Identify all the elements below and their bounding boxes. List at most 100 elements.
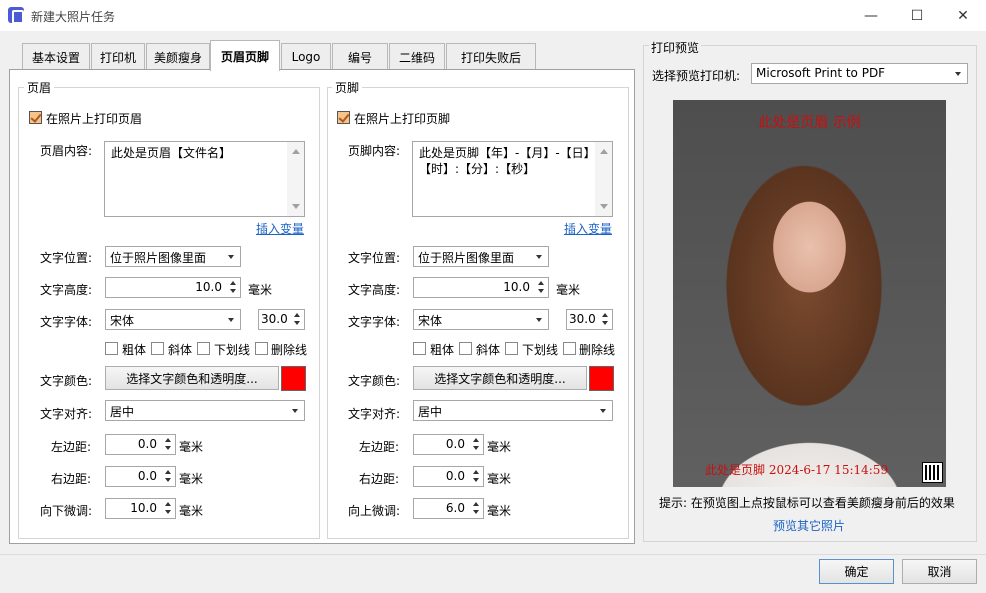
- footer-font-select[interactable]: 宋体: [413, 309, 549, 330]
- tab-label: Logo: [291, 50, 321, 64]
- window-title: 新建大照片任务: [31, 10, 116, 24]
- ok-button[interactable]: 确定: [819, 559, 894, 584]
- spin-arrows-icon[interactable]: [598, 310, 612, 329]
- header-left-margin-unit: 毫米: [179, 440, 204, 454]
- tab-beauty[interactable]: 美颜瘦身: [146, 43, 210, 70]
- tab-print-failure[interactable]: 打印失败后: [446, 43, 536, 70]
- header-height-value: 10.0: [195, 280, 222, 294]
- header-italic-label: 斜体: [168, 343, 193, 357]
- footer-right-margin-label: 右边距:: [359, 472, 400, 486]
- header-italic-checkbox[interactable]: [151, 342, 164, 355]
- tab-label: 基本设置: [31, 50, 80, 65]
- header-color-swatch[interactable]: [281, 366, 306, 391]
- tab-logo[interactable]: Logo: [281, 43, 331, 70]
- footer-height-value: 10.0: [503, 280, 530, 294]
- header-offset-value: 10.0: [130, 501, 157, 515]
- spin-arrows-icon[interactable]: [290, 310, 304, 329]
- footer-enable-checkbox[interactable]: [337, 111, 350, 124]
- scroll-up-icon: [292, 149, 300, 154]
- header-left-margin-stepper[interactable]: 0.0: [105, 434, 176, 455]
- header-height-unit: 毫米: [248, 283, 273, 297]
- spin-arrows-icon[interactable]: [469, 435, 483, 454]
- header-offset-label: 向下微调:: [40, 504, 93, 518]
- header-insert-variable-link[interactable]: 插入变量: [256, 220, 304, 237]
- footer-left-margin-label: 左边距:: [359, 440, 400, 454]
- scroll-down-icon: [292, 204, 300, 209]
- header-right-margin-unit: 毫米: [179, 472, 204, 486]
- preview-printer-select[interactable]: Microsoft Print to PDF: [751, 63, 968, 84]
- footer-bold-checkbox[interactable]: [413, 342, 426, 355]
- minimize-icon[interactable]: —: [848, 0, 894, 31]
- spin-arrows-icon[interactable]: [161, 499, 175, 518]
- header-content-scrollbar[interactable]: [287, 142, 304, 216]
- header-bold-checkbox[interactable]: [105, 342, 118, 355]
- header-strike-checkbox[interactable]: [255, 342, 268, 355]
- header-left-margin-label: 左边距:: [51, 440, 92, 454]
- header-underline-label: 下划线: [214, 343, 251, 357]
- preview-hint: 提示: 在预览图上点按鼠标可以查看美颜瘦身前后的效果: [659, 496, 955, 510]
- spin-arrows-icon[interactable]: [534, 278, 548, 297]
- footer-content-textarea[interactable]: 此处是页脚【年】-【月】-【日】【时】:【分】:【秒】: [412, 141, 613, 217]
- footer-content-label: 页脚内容:: [348, 144, 401, 158]
- footer-strike-checkbox[interactable]: [563, 342, 576, 355]
- footer-color-button[interactable]: 选择文字颜色和透明度...: [413, 366, 587, 390]
- header-font-select[interactable]: 宋体: [105, 309, 241, 330]
- footer-height-unit: 毫米: [556, 283, 581, 297]
- close-icon[interactable]: ✕: [940, 0, 986, 31]
- spin-arrows-icon[interactable]: [469, 499, 483, 518]
- title-bar: [0, 0, 986, 31]
- header-underline-checkbox[interactable]: [197, 342, 210, 355]
- tab-qrcode[interactable]: 二维码: [389, 43, 445, 70]
- tab-header-footer[interactable]: 页眉页脚: [210, 40, 280, 71]
- scroll-down-icon: [600, 204, 608, 209]
- footer-height-stepper[interactable]: 10.0: [413, 277, 549, 298]
- header-font-size-value: 30.0: [261, 312, 288, 326]
- header-font-label: 文字字体:: [40, 315, 93, 329]
- header-bold-label: 粗体: [122, 343, 147, 357]
- footer-right-margin-value: 0.0: [445, 469, 465, 483]
- footer-insert-variable-link[interactable]: 插入变量: [564, 220, 612, 237]
- tab-label: 打印机: [99, 50, 136, 65]
- spin-arrows-icon[interactable]: [469, 467, 483, 486]
- footer-left-margin-stepper[interactable]: 0.0: [413, 434, 484, 455]
- footer-font-size-value: 30.0: [569, 312, 596, 326]
- header-color-label: 文字颜色:: [40, 374, 93, 388]
- header-position-select[interactable]: 位于照片图像里面: [105, 246, 241, 267]
- header-enable-checkbox[interactable]: [29, 111, 42, 124]
- app-icon: [8, 7, 24, 24]
- footer-align-select[interactable]: 居中: [413, 400, 613, 421]
- spin-arrows-icon[interactable]: [226, 278, 240, 297]
- footer-underline-checkbox[interactable]: [505, 342, 518, 355]
- tab-number[interactable]: 编号: [332, 43, 388, 70]
- header-font-size-stepper[interactable]: 30.0: [258, 309, 305, 330]
- header-align-select[interactable]: 居中: [105, 400, 305, 421]
- cancel-button[interactable]: 取消: [902, 559, 977, 584]
- footer-left-margin-value: 0.0: [445, 437, 465, 451]
- header-offset-unit: 毫米: [179, 504, 204, 518]
- footer-enable-label: 在照片上打印页脚: [354, 112, 451, 126]
- spin-arrows-icon[interactable]: [161, 435, 175, 454]
- footer-content-scrollbar[interactable]: [595, 142, 612, 216]
- scroll-up-icon: [600, 149, 608, 154]
- maximize-icon[interactable]: ☐: [894, 0, 940, 31]
- footer-position-select[interactable]: 位于照片图像里面: [413, 246, 549, 267]
- header-color-button[interactable]: 选择文字颜色和透明度...: [105, 366, 279, 390]
- tab-basic-settings[interactable]: 基本设置: [22, 43, 90, 70]
- header-right-margin-label: 右边距:: [51, 472, 92, 486]
- footer-italic-label: 斜体: [476, 343, 501, 357]
- footer-right-margin-stepper[interactable]: 0.0: [413, 466, 484, 487]
- footer-underline-label: 下划线: [522, 343, 559, 357]
- tab-printer[interactable]: 打印机: [91, 43, 145, 70]
- footer-strike-label: 删除线: [579, 343, 616, 357]
- header-offset-stepper[interactable]: 10.0: [105, 498, 176, 519]
- footer-color-swatch[interactable]: [589, 366, 614, 391]
- header-height-stepper[interactable]: 10.0: [105, 277, 241, 298]
- spin-arrows-icon[interactable]: [161, 467, 175, 486]
- footer-italic-checkbox[interactable]: [459, 342, 472, 355]
- header-right-margin-stepper[interactable]: 0.0: [105, 466, 176, 487]
- preview-photo[interactable]: 此处是页眉 示例 此处是页脚 2024-6-17 15:14:59: [673, 100, 946, 487]
- preview-other-photos-link[interactable]: 预览其它照片: [773, 517, 845, 534]
- header-content-textarea[interactable]: 此处是页眉【文件名】: [104, 141, 305, 217]
- footer-offset-stepper[interactable]: 6.0: [413, 498, 484, 519]
- footer-font-size-stepper[interactable]: 30.0: [566, 309, 613, 330]
